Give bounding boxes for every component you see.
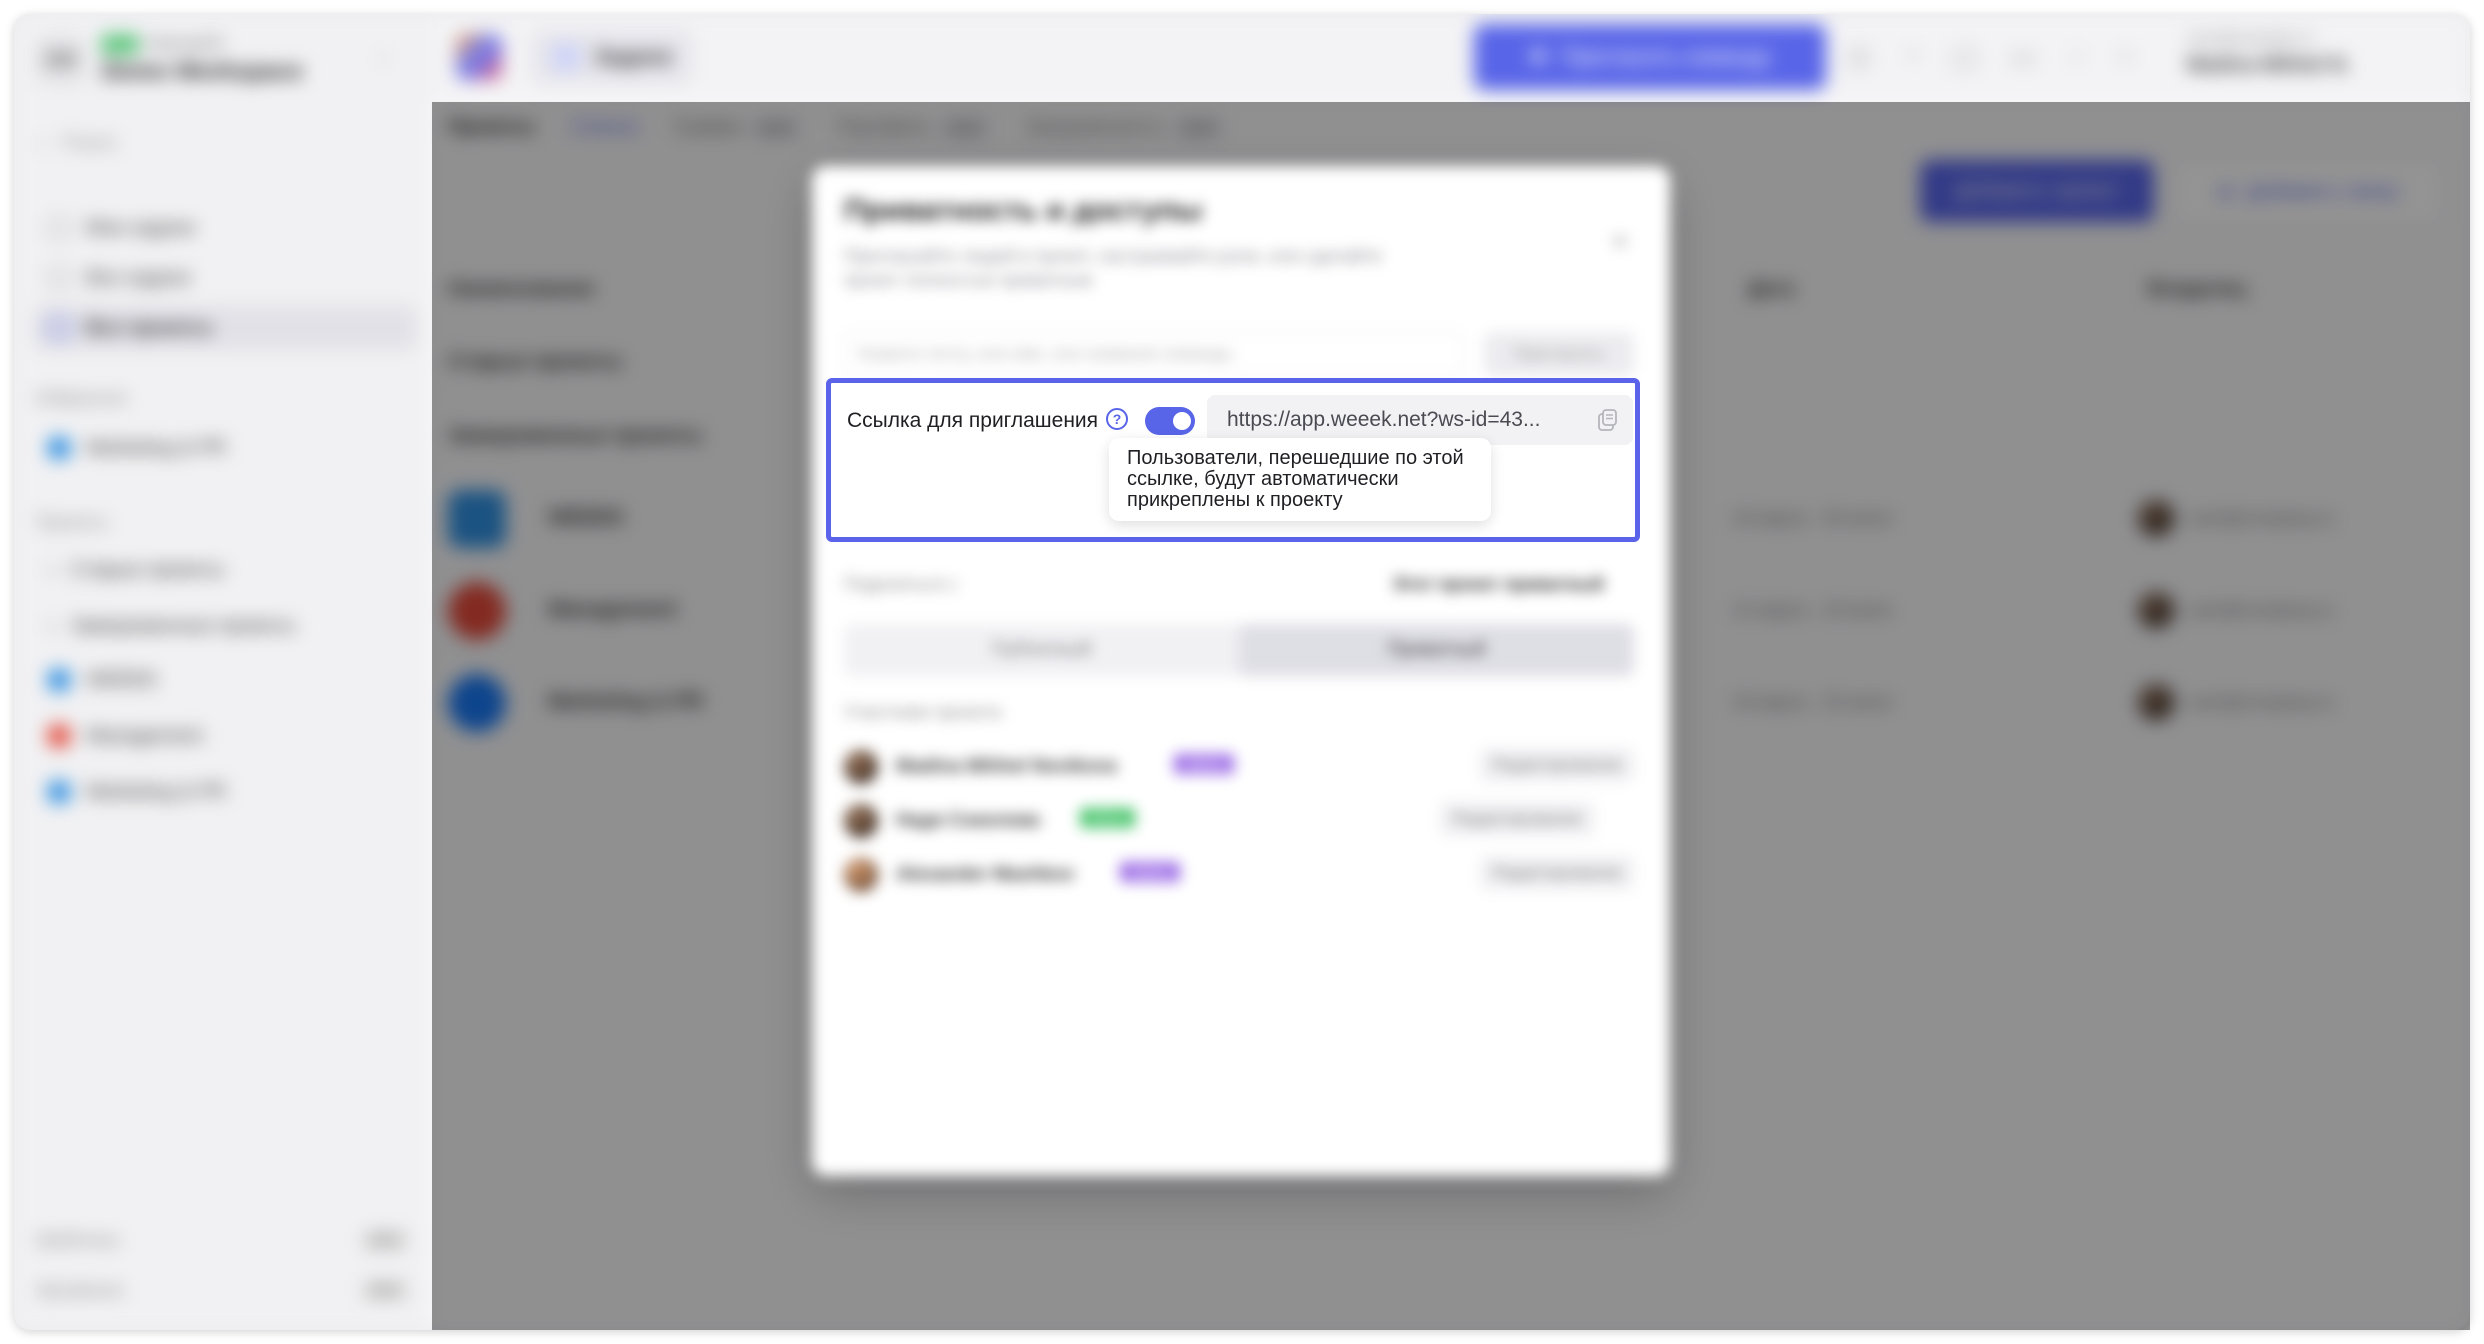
sidebar-project-old[interactable]: › Старые проекты xyxy=(34,548,416,592)
sidebar: DW Pro Корпорейт Demo Workspace ‹ ⌕ Поис… xyxy=(14,14,433,1330)
tab-tasks[interactable]: Задачи xyxy=(532,30,692,84)
member-row: Madina Mihhel Novikova Admin Редактирова… xyxy=(844,748,1634,788)
avatar xyxy=(844,804,878,838)
timer-icon[interactable]: ◷ xyxy=(1846,40,1870,73)
top-bar: Задачи ✚ Пригласить команду ◷ ◔ ▢ ▭ ◌ ○ u… xyxy=(432,14,2470,103)
settings-icon[interactable]: ○ xyxy=(2117,40,2134,73)
notifications-icon[interactable]: ◔ xyxy=(1902,40,1919,73)
calendar-icon[interactable]: ▢ xyxy=(1951,40,1977,73)
modal-title: Приватность и доступы xyxy=(844,194,1203,227)
members-title: Участники проекта xyxy=(844,702,1001,722)
invite-link-url: https://app.weeek.net?ws-id=43... xyxy=(1227,408,1541,431)
invite-email-input[interactable]: Укажите почту, или имя, или название ком… xyxy=(844,332,1464,376)
role-tag: Admin xyxy=(1120,862,1180,882)
member-role-select[interactable]: Редактирование xyxy=(1480,856,1634,890)
workspace-avatar: DW xyxy=(36,35,86,85)
toolbar-icons: ◷ ◔ ▢ ▭ ◌ ○ xyxy=(1846,40,2134,73)
invite-submit-button[interactable]: Пригласить xyxy=(1484,332,1634,376)
copy-icon[interactable] xyxy=(1595,408,1619,432)
add-user-icon: ✚ xyxy=(1529,44,1548,69)
help-center-icon[interactable]: ◌ xyxy=(2068,40,2085,73)
privacy-segmented-control: Публичный Приватный xyxy=(844,624,1634,676)
close-icon[interactable]: ✕ xyxy=(1610,228,1630,257)
sidebar-project-management[interactable]: Management xyxy=(34,714,416,758)
role-tag: Admin xyxy=(1174,754,1234,774)
chevron-right-icon: › xyxy=(48,614,55,637)
privacy-modal: Приватность и доступы Приглашайте людей … xyxy=(812,166,1670,1176)
help-icon[interactable]: ? xyxy=(1106,408,1128,430)
sidebar-templates[interactable]: Шаблоны NEW xyxy=(36,1230,408,1252)
modal-subtitle: Приглашайте людей в проект, настраивайте… xyxy=(844,246,1383,290)
role-tag: Гость xyxy=(1080,808,1136,828)
sidebar-item-all-tasks[interactable]: Все задачи xyxy=(34,256,416,300)
checkbox-icon xyxy=(48,217,70,239)
avatar xyxy=(844,858,878,892)
invite-team-button[interactable]: ✚ Пригласить команду xyxy=(1474,24,1826,90)
favorites-title: Избранное xyxy=(36,388,128,408)
chevron-right-icon: › xyxy=(48,558,55,581)
segment-private[interactable]: Приватный xyxy=(1239,624,1634,676)
avatar xyxy=(844,750,878,784)
plan-badge: Pro xyxy=(102,34,139,54)
sidebar-archive[interactable]: Архивные NEW xyxy=(36,1280,408,1302)
app-logo-icon[interactable] xyxy=(456,34,502,80)
project-color-icon xyxy=(48,781,70,803)
search-icon: ⌕ xyxy=(36,132,48,154)
privacy-status: Этот проект приватный xyxy=(1392,574,1604,594)
sidebar-item-all-projects[interactable]: Все проекты xyxy=(34,306,416,350)
sidebar-project-weeek[interactable]: WEEEK xyxy=(34,658,416,702)
invite-link-panel: Ссылка для приглашения ? https://app.wee… xyxy=(826,378,1640,542)
chat-icon[interactable]: ▭ xyxy=(2010,40,2036,73)
sidebar-project-marketing[interactable]: Marketing & PR xyxy=(34,770,416,814)
project-color-icon xyxy=(48,669,70,691)
sidebar-project-frozen[interactable]: › Замороженные проекты xyxy=(34,604,416,648)
member-role-select[interactable]: Редактирование xyxy=(1480,748,1634,782)
member-row: Надя Соколова Гость Редактирование xyxy=(844,802,1634,842)
favorite-item[interactable]: Marketing & PR xyxy=(34,426,416,470)
sidebar-search[interactable]: ⌕ Поиск xyxy=(36,132,117,155)
user-menu[interactable]: user@example.ru Madina Mihhel N. xyxy=(2187,30,2350,77)
share-row: Поделиться с Этот проект приватный xyxy=(844,574,1604,594)
collapse-sidebar-icon[interactable]: ‹ xyxy=(379,44,387,72)
invite-link-toggle[interactable] xyxy=(1145,407,1195,435)
workspace-subtitle: Корпорейт xyxy=(146,35,225,52)
invite-link-label: Ссылка для приглашения xyxy=(847,409,1099,432)
member-row: Alexander Mashkov Admin Редактирование xyxy=(844,856,1634,896)
segment-public[interactable]: Публичный xyxy=(844,624,1239,676)
folder-icon xyxy=(48,317,70,339)
invite-link-tooltip: Пользователи, перешедшие по этой ссылке,… xyxy=(1109,438,1491,521)
tasks-icon xyxy=(552,43,580,71)
project-color-icon xyxy=(48,437,70,459)
toggle-knob xyxy=(1173,412,1191,430)
workspace-switcher[interactable]: DW Pro Корпорейт Demo Workspace xyxy=(36,30,303,90)
member-role-select[interactable]: Редактирование xyxy=(1440,802,1594,836)
sidebar-item-my-tasks[interactable]: Мои задачи xyxy=(34,206,416,250)
workspace-name: Demo Workspace xyxy=(102,57,303,85)
project-color-icon xyxy=(48,725,70,747)
list-icon xyxy=(48,267,70,289)
projects-title: Проекты xyxy=(36,512,109,532)
